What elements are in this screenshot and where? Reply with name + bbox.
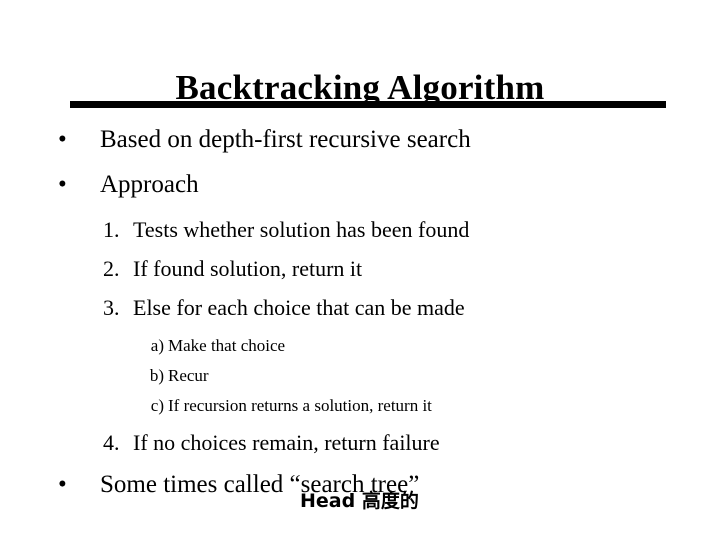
slide-canvas: Backtracking Algorithm • Based on depth-…	[0, 0, 720, 540]
bullet-icon: •	[58, 126, 67, 153]
bullet-icon: •	[58, 171, 67, 198]
list-marker: b)	[149, 366, 164, 385]
list-item-label: Tests whether solution has been found	[133, 217, 470, 242]
list-item: 4. If no choices remain, return failure	[0, 428, 720, 457]
list-item-label: Some times called “search tree”	[100, 471, 420, 498]
title-divider	[70, 101, 666, 108]
list-marker: 1.	[103, 217, 120, 242]
list-marker: 3.	[103, 295, 120, 320]
numbered-list: 1. Tests whether solution has been found…	[0, 215, 720, 322]
list-item-label: Make that choice	[168, 336, 286, 355]
list-item-label: If found solution, return it	[133, 256, 363, 281]
bullet-icon: •	[58, 471, 67, 498]
lettered-list: a) Make that choice b) Recur c) If recur…	[0, 334, 720, 418]
list-item: c) If recursion returns a solution, retu…	[0, 394, 720, 418]
list-item-label: If recursion returns a solution, return …	[168, 396, 432, 415]
list-marker: a)	[150, 336, 164, 355]
list-item-label: Recur	[168, 366, 209, 385]
list-item-label: Else for each choice that can be made	[133, 295, 465, 320]
list-item: 1. Tests whether solution has been found	[0, 215, 720, 244]
list-item-label: Based on depth-first recursive search	[100, 126, 471, 153]
list-item: 3. Else for each choice that can be made	[0, 293, 720, 322]
slide-body: • Based on depth-first recursive search …	[0, 124, 720, 514]
list-marker: 2.	[103, 256, 120, 281]
list-item: a) Make that choice	[0, 334, 720, 358]
list-item: 2. If found solution, return it	[0, 254, 720, 283]
list-item: b) Recur	[0, 364, 720, 388]
list-marker: 4.	[103, 430, 120, 455]
list-item-label: If no choices remain, return failure	[133, 430, 440, 455]
list-marker: c)	[150, 396, 164, 415]
list-item: • Some times called “search tree”	[0, 469, 720, 501]
list-item: • Approach	[0, 169, 720, 201]
list-item: • Based on depth-first recursive search	[0, 124, 720, 156]
list-item-label: Approach	[100, 171, 199, 198]
